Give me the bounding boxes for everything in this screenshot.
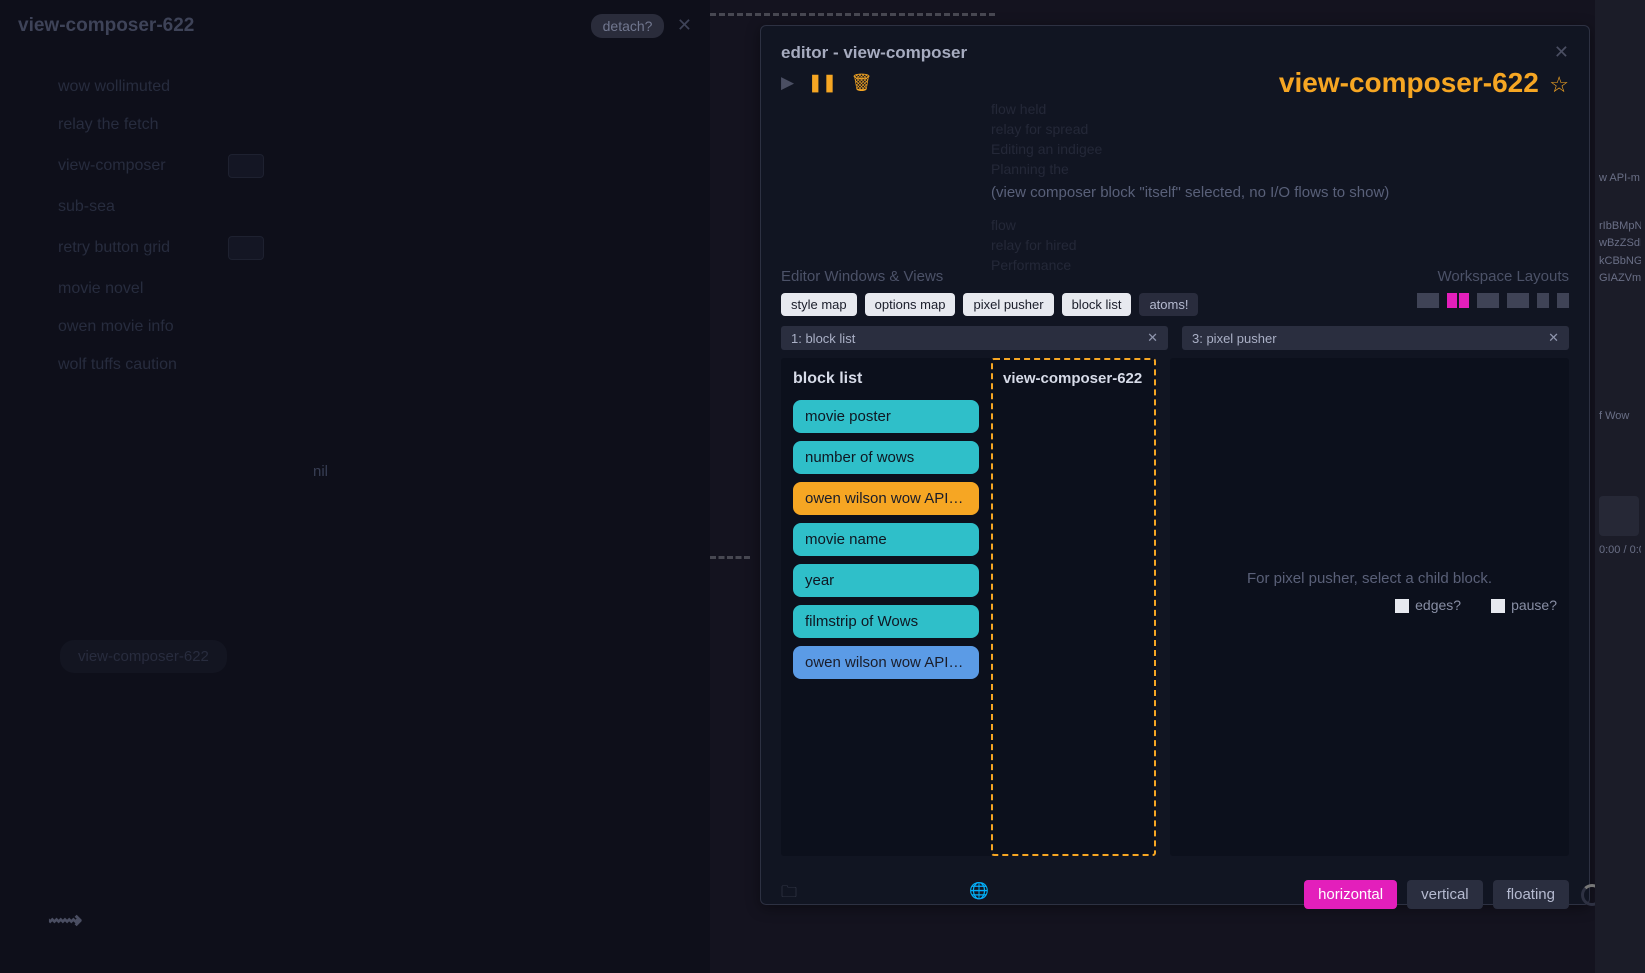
dashed-divider: [710, 13, 995, 16]
chip-atoms[interactable]: atoms!: [1139, 293, 1198, 316]
field-label: retry button grid: [58, 239, 228, 257]
field-label: relay the fetch: [58, 116, 228, 134]
drop-zone[interactable]: view-composer-622: [991, 358, 1156, 856]
star-icon[interactable]: ☆: [1549, 72, 1569, 97]
pause-checkbox[interactable]: pause?: [1491, 597, 1557, 613]
block-item[interactable]: filmstrip of Wows: [793, 605, 979, 638]
panel-tab-3[interactable]: 3: pixel pusher ✕: [1182, 326, 1569, 350]
editor-title: view-composer-622: [1279, 67, 1539, 98]
chip-block-list[interactable]: block list: [1062, 293, 1132, 316]
layout-single-icon[interactable]: [1417, 293, 1439, 308]
close-icon[interactable]: ✕: [1147, 330, 1158, 346]
field-box: [228, 154, 264, 178]
drop-zone-title: view-composer-622: [1003, 370, 1144, 387]
chip-style-map[interactable]: style map: [781, 293, 857, 316]
dashed-divider: [710, 556, 750, 559]
editor-panel: editor - view-composer ✕ ▶ ❚❚ 🗑 view-com…: [760, 25, 1590, 905]
field-label: wolf tuffs caution: [58, 356, 228, 374]
seg-horizontal[interactable]: horizontal: [1304, 880, 1397, 909]
close-icon[interactable]: ✕: [677, 15, 692, 35]
folder-icon[interactable]: 🗀: [781, 881, 797, 908]
seg-floating[interactable]: floating: [1493, 880, 1569, 909]
seg-vertical[interactable]: vertical: [1407, 880, 1483, 909]
field-label: wow wollimuted: [58, 78, 228, 96]
block-item[interactable]: owen wilson wow API-movie lookup: [793, 646, 979, 679]
layout-split-h-icon[interactable]: [1507, 293, 1529, 308]
block-item[interactable]: year: [793, 564, 979, 597]
field-label: sub-sea: [58, 198, 228, 216]
editor-header: editor - view-composer: [781, 43, 967, 63]
panel-tab-1[interactable]: 1: block list ✕: [781, 326, 1168, 350]
block-list-title: block list: [793, 370, 979, 388]
section-label-right: Workspace Layouts: [1438, 268, 1569, 285]
pause-icon[interactable]: ❚❚: [808, 73, 837, 93]
layout-3col-icon[interactable]: [1477, 293, 1499, 308]
edge-strip: w API-m rIbBMpNIk wBzZSdP kCBbNGh GIAZVm…: [1595, 0, 1645, 973]
field-label: movie novel: [58, 280, 228, 298]
block-item[interactable]: owen wilson wow API-movie list: [793, 482, 979, 515]
layout-narrow2-icon[interactable]: [1557, 293, 1569, 308]
field-box: [228, 236, 264, 260]
close-icon[interactable]: ✕: [1554, 42, 1569, 63]
thumbnail: [1599, 496, 1639, 536]
chip-options-map[interactable]: options map: [865, 293, 956, 316]
block-item[interactable]: movie name: [793, 523, 979, 556]
field-label: view-composer: [58, 157, 228, 175]
block-list-panel: block list movie poster number of wows owe…: [781, 358, 1156, 856]
detach-button[interactable]: detach?: [591, 14, 665, 38]
left-title: view-composer-622: [18, 15, 194, 37]
app-logo: ⟿: [48, 906, 80, 935]
flow-message: (view composer block "itself" selected, …: [991, 184, 1389, 201]
block-item[interactable]: movie poster: [793, 400, 979, 433]
pixel-pusher-panel: For pixel pusher, select a child block. …: [1170, 358, 1569, 856]
trash-icon[interactable]: 🗑: [851, 73, 873, 93]
bottom-chip[interactable]: view-composer-622: [60, 640, 227, 673]
flow-area: flow held relay for spread Editing an in…: [781, 99, 1569, 264]
left-panel: view-composer-622 detach? ✕ wow wollimut…: [0, 0, 710, 973]
layout-icons: [1417, 293, 1569, 308]
layout-narrow-icon[interactable]: [1537, 293, 1549, 308]
block-item[interactable]: number of wows: [793, 441, 979, 474]
chip-pixel-pusher[interactable]: pixel pusher: [963, 293, 1053, 316]
globe-icon[interactable]: 🌐: [969, 881, 989, 908]
play-icon[interactable]: ▶: [781, 73, 794, 93]
field-label: owen movie info: [58, 318, 228, 336]
pixel-pusher-message: For pixel pusher, select a child block.: [1182, 570, 1557, 587]
edges-checkbox[interactable]: edges?: [1395, 597, 1461, 613]
close-icon[interactable]: ✕: [1548, 330, 1559, 346]
section-label-left: Editor Windows & Views: [781, 268, 943, 285]
layout-split-v-icon[interactable]: [1447, 293, 1469, 308]
nil-label: nil: [313, 463, 328, 480]
